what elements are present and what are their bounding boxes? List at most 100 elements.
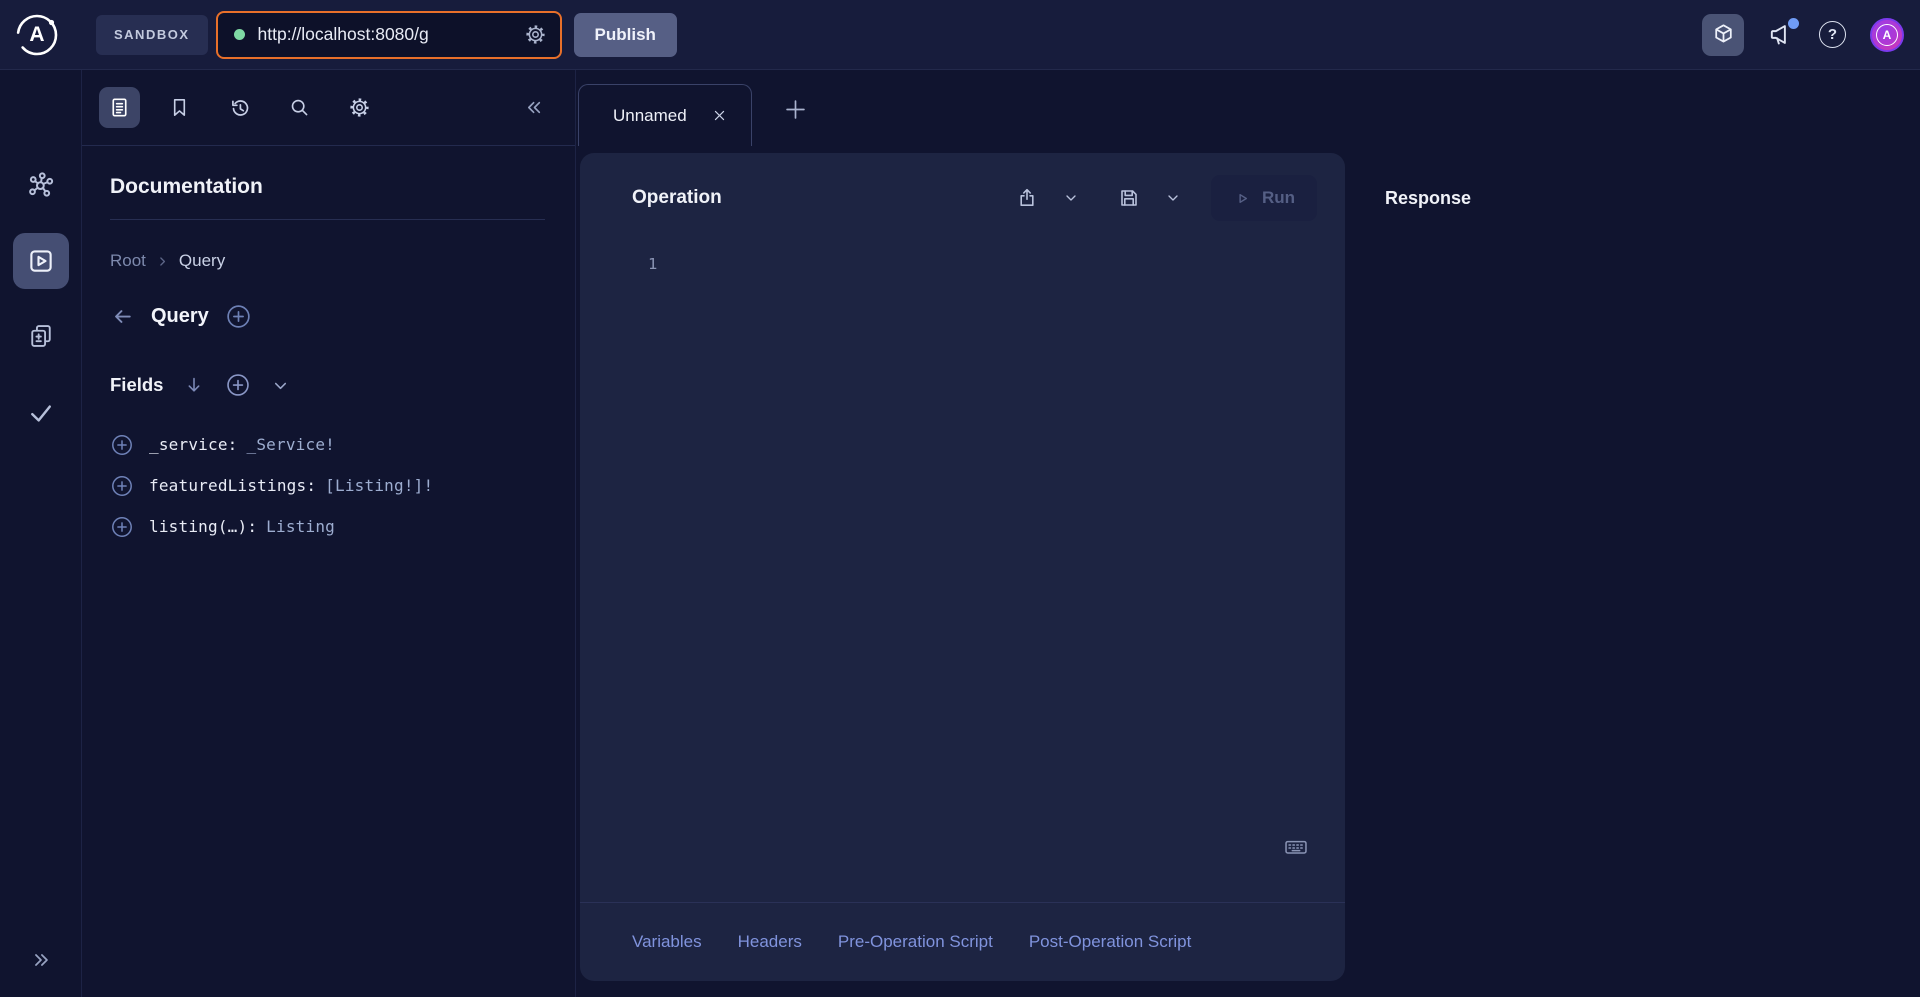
run-play-icon bbox=[1233, 189, 1252, 208]
search-icon bbox=[288, 96, 311, 119]
breadcrumb: Root Query bbox=[110, 251, 545, 271]
operation-tab-label: Unnamed bbox=[613, 106, 687, 126]
user-avatar[interactable]: A bbox=[1870, 18, 1904, 52]
sidebar-item-schema[interactable] bbox=[26, 170, 56, 200]
documentation-panel: Documentation Root Query bbox=[82, 70, 576, 997]
operation-header: Operation bbox=[580, 153, 1345, 243]
collapse-panel-button[interactable] bbox=[524, 97, 545, 118]
left-sidebar bbox=[0, 70, 82, 997]
tab-documentation[interactable] bbox=[99, 87, 140, 128]
response-title: Response bbox=[1385, 188, 1471, 209]
operation-tab[interactable]: Unnamed bbox=[578, 84, 752, 146]
field-name: listing(…): bbox=[149, 517, 257, 536]
field-list: _service: _Service! featuredListings: [Lis… bbox=[110, 424, 545, 547]
keyboard-icon bbox=[1283, 834, 1309, 860]
add-field-icon[interactable] bbox=[110, 515, 134, 539]
breadcrumb-current: Query bbox=[179, 251, 225, 271]
field-row-featured-listings[interactable]: featuredListings: [Listing!]! bbox=[110, 465, 545, 506]
endpoint-url-box bbox=[216, 11, 562, 59]
tab-variables[interactable]: Variables bbox=[632, 932, 702, 952]
tab-headers[interactable]: Headers bbox=[738, 932, 802, 952]
avatar-letter: A bbox=[1876, 24, 1898, 46]
gear-icon bbox=[347, 95, 372, 120]
share-menu-chevron-icon[interactable] bbox=[1063, 190, 1079, 206]
save-icon[interactable] bbox=[1117, 186, 1141, 210]
keyboard-shortcuts-button[interactable] bbox=[1283, 834, 1309, 860]
close-tab-icon[interactable] bbox=[712, 108, 727, 123]
sandbox-badge: SANDBOX bbox=[96, 15, 208, 55]
history-clock-icon bbox=[228, 96, 252, 120]
sidebar-item-checks[interactable] bbox=[27, 399, 55, 427]
tab-search[interactable] bbox=[279, 87, 320, 128]
field-type: _Service! bbox=[247, 435, 336, 454]
operation-panel: Operation bbox=[580, 153, 1345, 981]
workspace: Unnamed bbox=[576, 70, 1920, 997]
chevron-down-icon[interactable] bbox=[271, 376, 290, 395]
sandbox-cube-button[interactable] bbox=[1702, 14, 1744, 56]
graph-network-icon bbox=[26, 170, 56, 200]
endpoint-url-input[interactable] bbox=[258, 24, 510, 45]
field-type: [Listing!]! bbox=[325, 476, 433, 495]
field-type: Listing bbox=[266, 517, 335, 536]
app-body: Documentation Root Query bbox=[0, 70, 1920, 997]
sort-arrow-down-icon[interactable] bbox=[183, 374, 205, 396]
run-button[interactable]: Run bbox=[1211, 175, 1317, 221]
chevron-right-icon bbox=[156, 255, 169, 268]
sidebar-expand-button[interactable] bbox=[30, 949, 52, 971]
announcements-button[interactable] bbox=[1768, 21, 1795, 48]
help-button[interactable]: ? bbox=[1819, 21, 1846, 48]
connection-status-dot bbox=[234, 29, 245, 40]
operation-footer-tabs: Variables Headers Pre-Operation Script P… bbox=[580, 902, 1345, 981]
save-menu-chevron-icon[interactable] bbox=[1165, 190, 1181, 206]
play-square-icon bbox=[26, 246, 56, 276]
editor-line-number: 1 bbox=[648, 255, 657, 273]
apollo-logo-letter: A bbox=[15, 13, 59, 57]
field-name: _service: bbox=[149, 435, 238, 454]
tab-saved-operations[interactable] bbox=[159, 87, 200, 128]
type-header-row: Query bbox=[110, 303, 545, 330]
fields-heading: Fields bbox=[110, 374, 163, 396]
docs-content: Documentation Root Query bbox=[82, 146, 575, 547]
add-field-icon[interactable] bbox=[110, 433, 134, 457]
field-name: featuredListings: bbox=[149, 476, 316, 495]
tab-explorer-settings[interactable] bbox=[339, 87, 380, 128]
apollo-sandbox-app: A SANDBOX Publish bbox=[0, 0, 1920, 997]
top-bar: A SANDBOX Publish bbox=[0, 0, 1920, 70]
schema-diff-icon bbox=[27, 322, 55, 350]
field-row-service[interactable]: _service: _Service! bbox=[110, 424, 545, 465]
back-arrow-icon[interactable] bbox=[110, 304, 135, 329]
apollo-logo-icon[interactable]: A bbox=[15, 13, 59, 57]
field-row-listing[interactable]: listing(…): Listing bbox=[110, 506, 545, 547]
double-chevron-left-icon bbox=[524, 97, 545, 118]
tab-history[interactable] bbox=[219, 87, 260, 128]
endpoint-settings-gear-icon[interactable] bbox=[523, 22, 548, 47]
operation-tab-bar: Unnamed bbox=[576, 70, 1920, 146]
cube-icon bbox=[1711, 22, 1736, 47]
double-chevron-right-icon bbox=[30, 949, 52, 971]
operation-editor[interactable]: 1 bbox=[580, 243, 1345, 902]
notification-dot bbox=[1788, 18, 1799, 29]
run-button-label: Run bbox=[1262, 188, 1295, 208]
document-icon bbox=[108, 96, 131, 119]
operation-title: Operation bbox=[632, 187, 722, 209]
bookmark-icon bbox=[168, 96, 191, 119]
share-icon[interactable] bbox=[1015, 186, 1039, 210]
docs-toolbar bbox=[82, 70, 575, 146]
operation-header-icons: Run bbox=[1015, 175, 1317, 221]
sidebar-item-explorer[interactable] bbox=[13, 233, 69, 289]
checkmark-icon bbox=[27, 399, 55, 427]
docs-divider bbox=[110, 219, 545, 220]
type-name-heading: Query bbox=[151, 305, 209, 328]
tab-post-operation-script[interactable]: Post-Operation Script bbox=[1029, 932, 1192, 952]
response-panel: Response bbox=[1385, 153, 1471, 981]
docs-title: Documentation bbox=[110, 175, 545, 199]
add-field-icon[interactable] bbox=[110, 474, 134, 498]
main-area: Operation bbox=[576, 146, 1920, 997]
add-all-fields-button[interactable] bbox=[225, 303, 252, 330]
breadcrumb-root-link[interactable]: Root bbox=[110, 251, 146, 271]
tab-pre-operation-script[interactable]: Pre-Operation Script bbox=[838, 932, 993, 952]
sidebar-item-changelog[interactable] bbox=[27, 322, 55, 350]
new-tab-button[interactable] bbox=[782, 96, 809, 123]
publish-button[interactable]: Publish bbox=[574, 13, 677, 57]
add-fields-button[interactable] bbox=[225, 372, 251, 398]
